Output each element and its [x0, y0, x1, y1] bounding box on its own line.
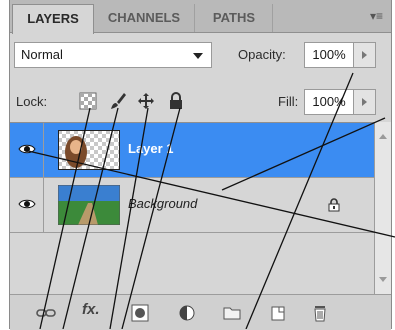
scroll-up-icon[interactable] [379, 134, 387, 139]
chevron-down-icon [193, 53, 203, 59]
lock-position-icon[interactable] [137, 92, 155, 110]
layer-name[interactable]: Background [128, 196, 197, 211]
visibility-toggle[interactable] [10, 123, 44, 177]
lock-all-icon[interactable] [167, 92, 185, 110]
fx-icon[interactable]: fx. [82, 301, 102, 319]
fill-slider-toggle[interactable] [354, 89, 376, 115]
eye-icon [18, 144, 36, 154]
panel-menu-icon[interactable]: ▾≡ [370, 9, 383, 23]
layer-name[interactable]: Layer 1 [128, 141, 174, 156]
eye-icon [18, 199, 36, 209]
opacity-label: Opacity: [238, 47, 286, 62]
layers-scrollbar[interactable] [374, 122, 391, 294]
layer-row-background[interactable]: Background [10, 178, 374, 233]
new-layer-icon[interactable] [268, 304, 288, 322]
adjustment-layer-icon[interactable] [178, 304, 198, 322]
tab-channels[interactable]: CHANNELS [94, 4, 195, 32]
fill-label: Fill: [278, 94, 299, 109]
visibility-toggle[interactable] [10, 178, 44, 232]
layers-list: Layer 1 Background [10, 122, 374, 295]
mask-icon[interactable] [130, 304, 150, 322]
layer-thumbnail [58, 130, 120, 170]
lock-label: Lock: [16, 94, 48, 109]
blend-mode-value: Normal [21, 47, 63, 62]
scroll-down-icon[interactable] [379, 277, 387, 282]
layer-thumbnail [58, 185, 120, 225]
lock-icon [328, 198, 340, 212]
blend-mode-select[interactable]: Normal [14, 42, 212, 68]
link-layers-icon[interactable] [36, 304, 56, 322]
fill-field[interactable]: 100% [304, 89, 354, 115]
layers-panel: LAYERS CHANNELS PATHS ▾≡ Normal Opacity:… [9, 0, 392, 330]
tab-bar: LAYERS CHANNELS PATHS ▾≡ [10, 0, 391, 34]
opacity-slider-toggle[interactable] [354, 42, 376, 68]
trash-icon[interactable] [310, 304, 330, 322]
opacity-field[interactable]: 100% [304, 42, 354, 68]
group-folder-icon[interactable] [222, 304, 242, 322]
lock-transparent-pixels-icon[interactable] [79, 92, 97, 110]
tab-paths[interactable]: PATHS [196, 4, 273, 32]
lock-image-pixels-icon[interactable] [109, 92, 127, 110]
layer-row-layer-1[interactable]: Layer 1 [10, 123, 374, 178]
tab-layers[interactable]: LAYERS [12, 4, 94, 34]
layers-toolbar: fx. [10, 294, 391, 330]
